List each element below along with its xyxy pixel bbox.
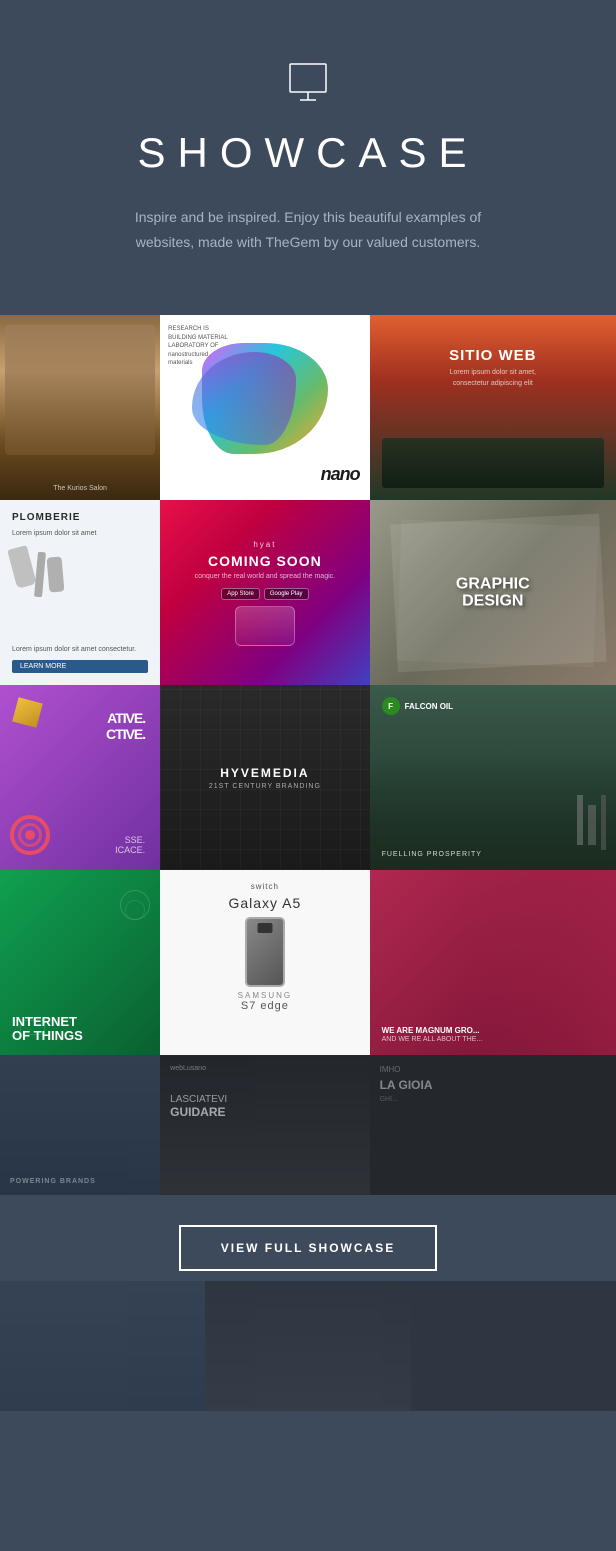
grid-item-bottom1[interactable]: POWERING BRANDS	[0, 1055, 160, 1195]
hyvemedia-title: HYVEMEDIA	[209, 766, 321, 780]
iot-line2: OF THINGS	[12, 1029, 148, 1043]
grid-item-bottom2[interactable]: webLusano LASCIATEVI GUIDARE	[160, 1055, 369, 1195]
grid-item-magnum[interactable]: WE ARE MAGNUM GRO... AND WE RE ALL ABOUT…	[370, 870, 616, 1055]
grid-item-nano[interactable]: nano RESEARCH ISBUILDING MATERIALLABORAT…	[160, 315, 369, 500]
hero-title: SHOWCASE	[40, 129, 576, 177]
samsung-galaxy: Galaxy A5	[228, 895, 301, 911]
sitio-title: SITIO WEB	[449, 347, 536, 364]
button-section: VIEW FULL SHOWCASE	[0, 1195, 616, 1281]
hyat-brand: hyat	[253, 540, 276, 549]
grid-row-4: INTERNET OF THINGS switch Galaxy A5 SAMS…	[0, 870, 616, 1055]
bottom3-title: LA GIOIA	[380, 1078, 606, 1092]
samsung-s7: S7 edge	[241, 1000, 289, 1012]
grid-item-hyat[interactable]: hyat COMING SOON conquer the real world …	[160, 500, 369, 685]
grid-row-3: ATIVE. CTIVE. SSE. ICACE.	[0, 685, 616, 870]
plomberie-title: PLOMBERIE	[12, 512, 148, 523]
bottom2-brand: webLusano	[170, 1065, 359, 1072]
bottom2-text1: LASCIATEVI	[170, 1094, 359, 1105]
hyat-title: COMING SOON	[208, 553, 322, 569]
samsung-brand: SAMSUNG	[238, 991, 292, 1000]
grid-item-sitio[interactable]: SITIO WEB Lorem ipsum dolor sit amet,con…	[370, 315, 616, 500]
grid-row-1: The Kurios Salon nano RESEARCH	[0, 315, 616, 500]
grid-item-bottom3[interactable]: IMHO LA GIOIA GHI...	[370, 1055, 616, 1195]
grid-item-plomberie[interactable]: PLOMBERIE Lorem ipsum dolor sit amet Lor…	[0, 500, 160, 685]
grid-item-iot[interactable]: INTERNET OF THINGS	[0, 870, 160, 1055]
grid-item-kurios[interactable]: The Kurios Salon	[0, 315, 160, 500]
falcon-text: FUELLING PROSPERITY	[382, 851, 482, 858]
grid-row-5: POWERING BRANDS webLusano LASCIATEVI GUI…	[0, 1055, 616, 1195]
iot-line1: INTERNET	[12, 1015, 148, 1029]
grid-row-2: PLOMBERIE Lorem ipsum dolor sit amet Lor…	[0, 500, 616, 685]
presentation-icon	[286, 60, 330, 109]
hero-section: SHOWCASE Inspire and be inspired. Enjoy …	[0, 0, 616, 305]
creative-text2: CTIVE.	[15, 726, 145, 742]
grid-section: The Kurios Salon nano RESEARCH	[0, 305, 616, 1195]
bottom-fade-section	[0, 1281, 616, 1446]
grid-item-hyvemedia[interactable]: HYVEMEDIA 21ST CENTURY BRANDING	[160, 685, 369, 870]
hyat-subtitle: conquer the real world and spread the ma…	[195, 573, 335, 580]
magnum-text1: WE ARE MAGNUM GRO...	[382, 1025, 604, 1036]
magnum-text2: AND WE RE ALL ABOUT THE...	[382, 1036, 604, 1043]
bottom2-text2: GUIDARE	[170, 1105, 359, 1119]
grid-item-creative[interactable]: ATIVE. CTIVE. SSE. ICACE.	[0, 685, 160, 870]
grid-item-falcon[interactable]: F FALCON OIL FUELLING PROSPERITY	[370, 685, 616, 870]
graphic-title: GRAPHICDESIGN	[456, 575, 530, 610]
grid-item-samsung[interactable]: switch Galaxy A5 SAMSUNG S7 edge	[160, 870, 369, 1055]
hero-subtitle: Inspire and be inspired. Enjoy this beau…	[123, 205, 493, 255]
grid-item-graphic[interactable]: GRAPHICDESIGN	[370, 500, 616, 685]
view-showcase-button[interactable]: VIEW FULL SHOWCASE	[179, 1225, 437, 1271]
hyvemedia-subtitle: 21ST CENTURY BRANDING	[209, 783, 321, 790]
